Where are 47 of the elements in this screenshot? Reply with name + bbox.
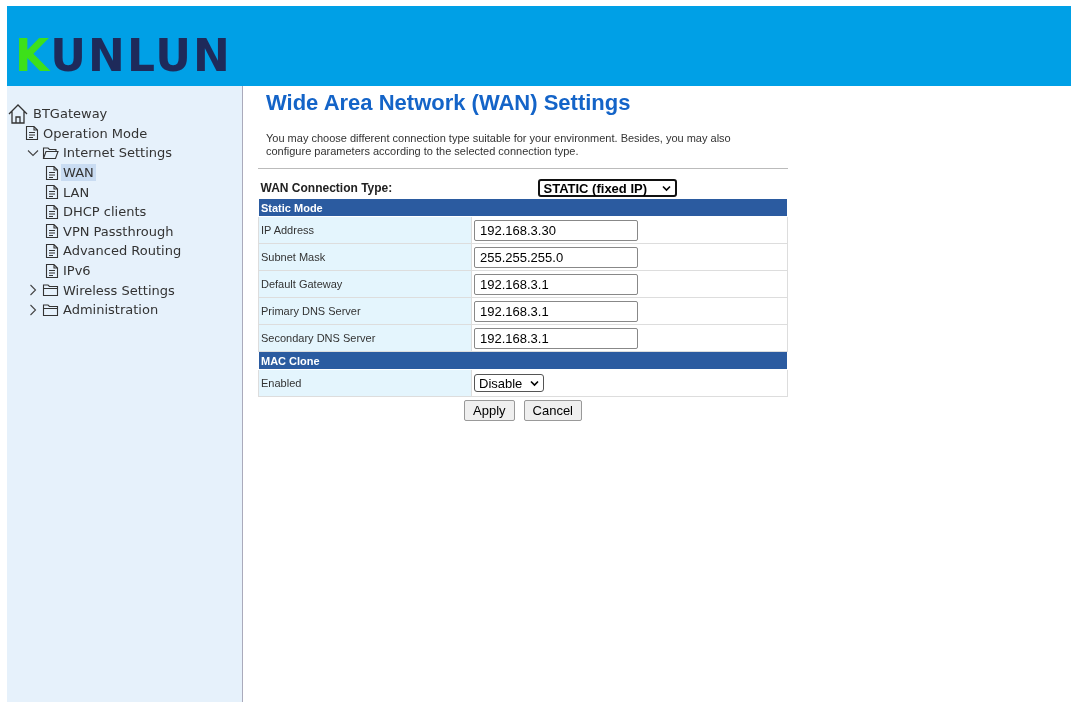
caret-icon xyxy=(530,379,540,387)
document-icon xyxy=(45,223,59,240)
dropdown[interactable]: Disable xyxy=(474,374,545,392)
field-label: Default Gateway xyxy=(258,270,472,298)
tree-item[interactable]: DHCP clients xyxy=(61,203,149,221)
tree-item[interactable]: Operation Mode xyxy=(41,124,150,142)
input-field[interactable]: 192.168.3.30 xyxy=(474,219,638,241)
document-icon xyxy=(45,242,59,259)
input-field[interactable]: 255.255.255.0 xyxy=(474,246,638,268)
folder-icon xyxy=(42,283,59,298)
chevron-right-icon[interactable] xyxy=(28,284,37,297)
page-title: Wide Area Network (WAN) Settings xyxy=(266,90,632,116)
tree-item[interactable]: WAN xyxy=(61,164,96,182)
document-icon xyxy=(45,184,59,201)
chevron-down-icon[interactable] xyxy=(26,149,39,157)
document-icon xyxy=(45,262,59,279)
field-label: Primary DNS Server xyxy=(258,297,472,325)
field-label: Enabled xyxy=(258,369,472,397)
dropdown[interactable]: STATIC (fixed IP) xyxy=(537,179,677,197)
house-icon xyxy=(7,102,29,125)
cancel-button[interactable]: Cancel xyxy=(523,400,582,421)
open-folder-icon xyxy=(42,146,59,160)
input-field[interactable]: 192.168.3.1 xyxy=(474,273,638,295)
description-text: You may choose different connection type suitable for your environment. Besides, you may also configure parameters according to the selected connection type. xyxy=(266,132,732,157)
logo: KUNLUN xyxy=(15,34,232,78)
document-icon xyxy=(45,203,59,220)
input-field[interactable]: 192.168.3.1 xyxy=(474,300,638,322)
field-label: IP Address xyxy=(258,216,472,244)
caret-icon xyxy=(661,184,671,192)
apply-button[interactable]: Apply xyxy=(464,400,515,421)
tree-item[interactable]: Internet Settings xyxy=(61,144,175,162)
section-header: Static Mode xyxy=(258,198,788,217)
document-icon xyxy=(45,164,59,181)
tree-item[interactable]: LAN xyxy=(61,183,92,201)
document-icon xyxy=(25,125,39,142)
tree-item[interactable]: IPv6 xyxy=(61,262,93,280)
tree-item[interactable]: BTGateway xyxy=(31,105,110,123)
field-label: Subnet Mask xyxy=(258,243,472,271)
input-field[interactable]: 192.168.3.1 xyxy=(474,327,638,349)
folder-icon xyxy=(42,302,59,317)
tree-item[interactable]: Advanced Routing xyxy=(61,242,184,260)
tree-item[interactable]: Wireless Settings xyxy=(61,281,177,299)
chevron-right-icon[interactable] xyxy=(28,303,37,316)
tree-item[interactable]: Administration xyxy=(61,301,161,319)
field-label: WAN Connection Type: xyxy=(259,180,394,197)
tree-item[interactable]: VPN Passthrough xyxy=(61,222,176,240)
field-label: Secondary DNS Server xyxy=(258,324,472,352)
